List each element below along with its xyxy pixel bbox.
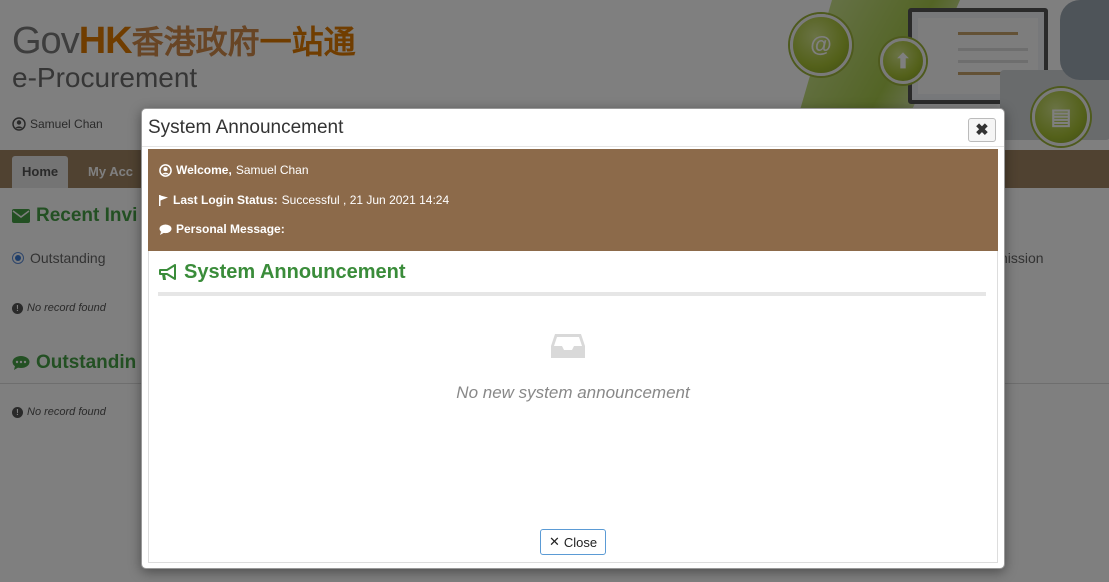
welcome-label: Welcome, <box>176 163 232 177</box>
announcement-heading-text: System Announcement <box>184 261 406 283</box>
welcome-name: Samuel Chan <box>235 163 309 177</box>
personal-message-label: Personal Message: <box>176 222 285 236</box>
personal-message-line: Personal Message: <box>159 222 285 236</box>
close-icon: ✕ <box>549 534 560 549</box>
close-icon: ✖ <box>975 122 989 139</box>
dialog-close-button[interactable]: ✖ <box>968 118 996 142</box>
close-button[interactable]: ✕ Close <box>540 529 607 555</box>
empty-announcement-message: No new system announcement <box>456 383 690 402</box>
dialog-body <box>148 251 998 563</box>
comment-icon <box>159 224 172 235</box>
welcome-line: Welcome, Samuel Chan <box>159 163 309 177</box>
dialog-title: System Announcement <box>148 117 344 138</box>
dialog-header: System Announcement ✖ <box>142 109 1004 147</box>
flag-icon <box>159 194 168 206</box>
announcement-heading: System Announcement <box>158 261 406 284</box>
inbox-icon <box>551 334 585 358</box>
close-button-label: Close <box>563 534 598 550</box>
user-circle-icon <box>159 163 172 177</box>
last-login-label: Last Login Status: <box>173 193 278 207</box>
bullhorn-icon <box>159 263 176 280</box>
welcome-panel: Welcome, Samuel Chan Last Login Status: … <box>148 149 998 251</box>
last-login-line: Last Login Status: Successful , 21 Jun 2… <box>159 193 449 207</box>
last-login-value: Successful , 21 Jun 2021 14:24 <box>281 193 450 207</box>
system-announcement-dialog: System Announcement ✖ Welcome, Samuel Ch… <box>141 108 1005 569</box>
announcement-divider <box>158 292 986 296</box>
